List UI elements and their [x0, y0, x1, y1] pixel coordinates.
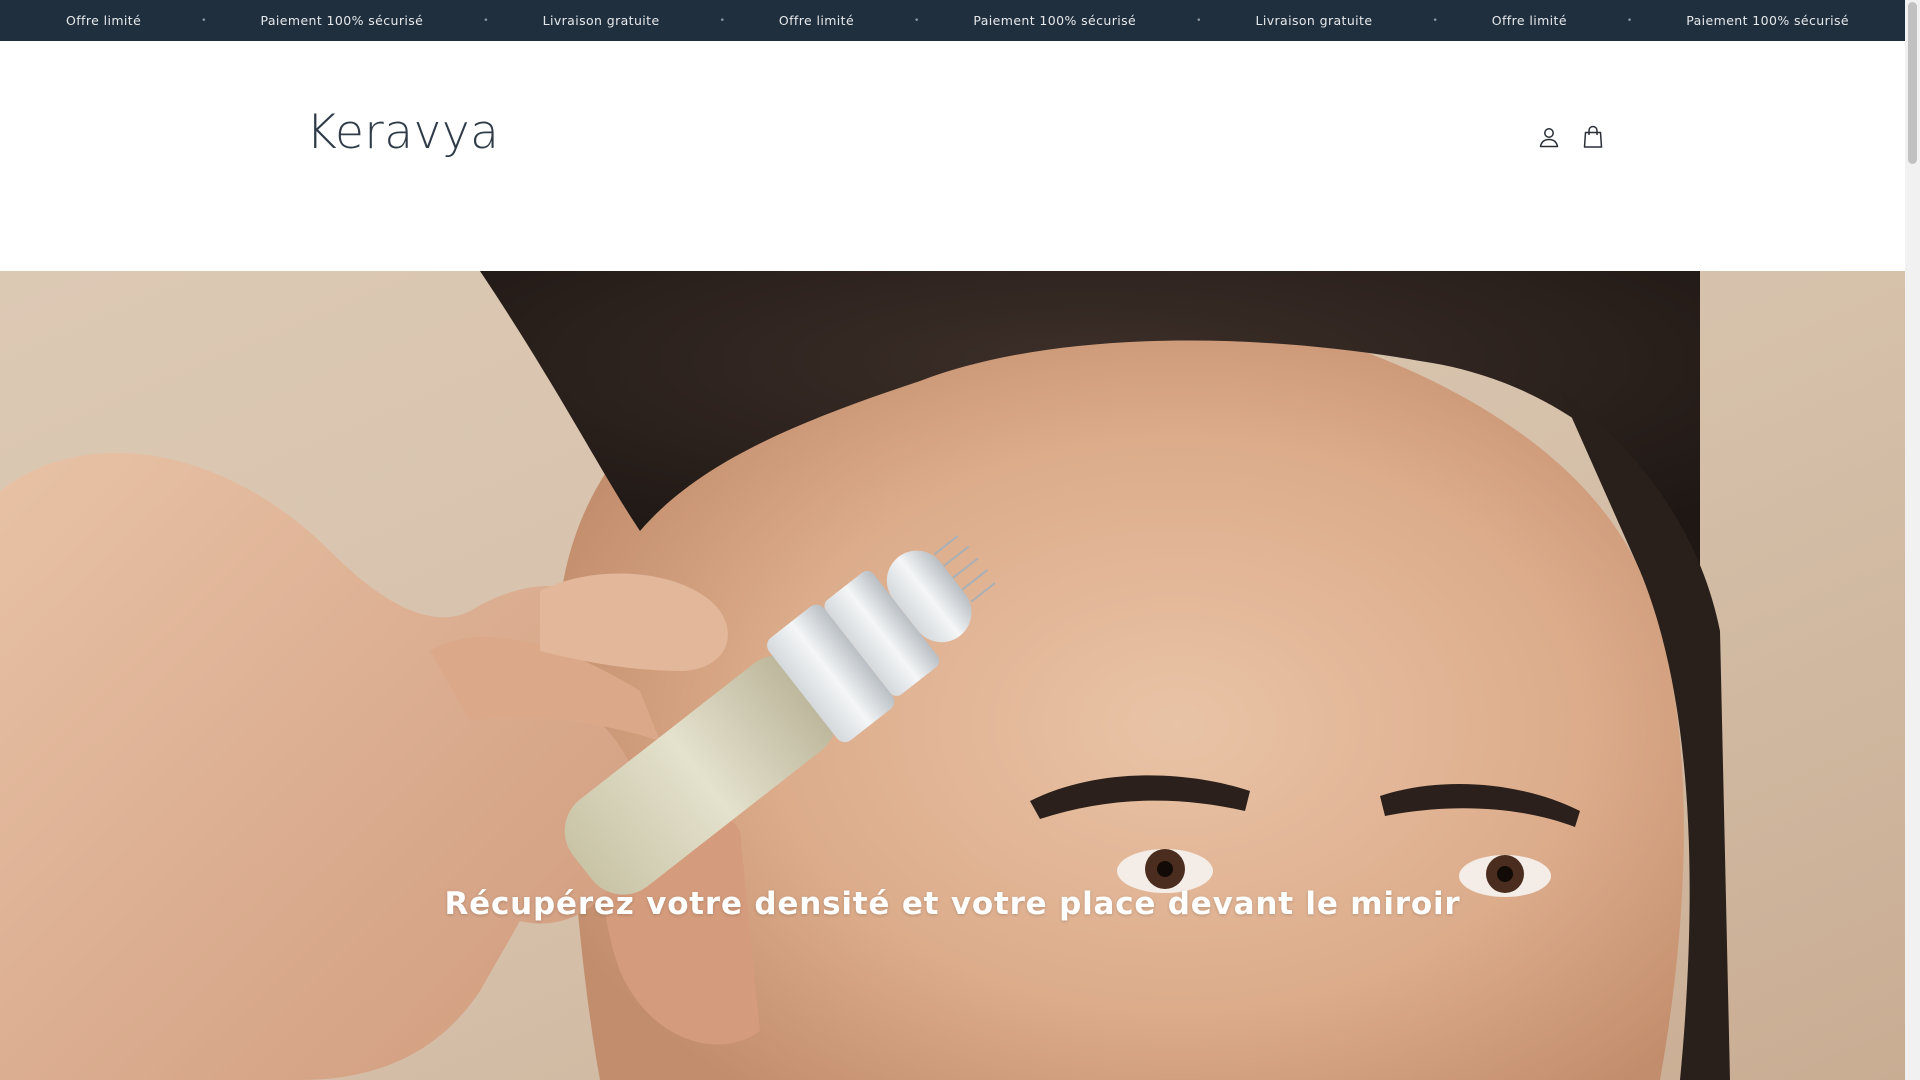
- announcement-separator: •: [914, 15, 920, 26]
- site-header: Keravya: [0, 41, 1905, 271]
- announcement-item: Offre limité: [1491, 13, 1567, 28]
- announcement-item: Offre limité: [66, 13, 142, 28]
- announcement-separator: •: [1626, 15, 1633, 26]
- user-account-icon: [1539, 128, 1559, 148]
- shopping-bag-icon: [1583, 125, 1603, 148]
- announcement-track: Offre limité • Paiement 100% sécurisé • …: [0, 0, 1849, 41]
- announcement-item: Paiement 100% sécurisé: [260, 13, 424, 28]
- announcement-item: Livraison gratuite: [542, 13, 660, 28]
- announcement-separator: •: [719, 15, 725, 26]
- announcement-item: Paiement 100% sécurisé: [973, 13, 1137, 28]
- page-scrollbar[interactable]: [1905, 0, 1920, 1080]
- hero-banner: Récupérez votre densité et votre place d…: [0, 271, 1905, 1080]
- announcement-item: Paiement 100% sécurisé: [1686, 13, 1850, 28]
- hero-title: Récupérez votre densité et votre place d…: [444, 886, 1461, 922]
- scrollbar-thumb[interactable]: [1908, 2, 1917, 164]
- account-button[interactable]: [1533, 121, 1565, 153]
- store-logo[interactable]: Keravya: [306, 109, 499, 156]
- page: Offre limité • Paiement 100% sécurisé • …: [0, 0, 1905, 1080]
- cart-button[interactable]: [1577, 121, 1609, 153]
- announcement-separator: •: [1432, 15, 1438, 26]
- announcement-separator: •: [201, 15, 207, 26]
- announcement-bar: Offre limité • Paiement 100% sécurisé • …: [0, 0, 1905, 41]
- announcement-separator: •: [483, 15, 489, 26]
- announcement-separator: •: [1196, 15, 1202, 26]
- announcement-item: Offre limité: [778, 13, 855, 28]
- announcement-item: Livraison gratuite: [1255, 13, 1373, 28]
- hero-image: [0, 271, 1905, 1080]
